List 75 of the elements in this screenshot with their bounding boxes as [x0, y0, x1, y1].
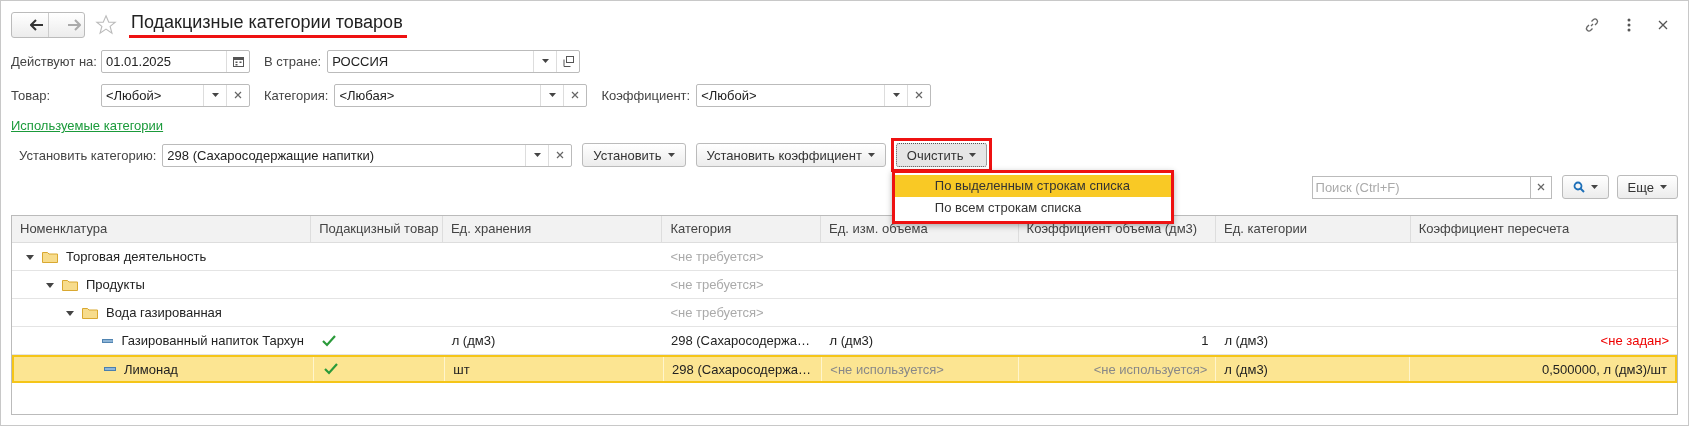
column-header[interactable]: Номенклатура: [12, 216, 312, 242]
search-field[interactable]: Поиск (Ctrl+F): [1311, 175, 1530, 199]
input-field[interactable]: <Любой>: [101, 83, 250, 107]
table-cell: <не требуется>: [670, 305, 764, 320]
table-row[interactable]: Вода газированная <не требуется>: [12, 299, 1677, 327]
table-row[interactable]: Лимонад шт 298 (Сахаросодержа… <не используется> <не используется> л (дм3) 0,500000, л (дм3)/шт: [12, 355, 1677, 383]
input-field[interactable]: <Любая>: [334, 83, 588, 107]
caret-icon: [667, 153, 675, 157]
menu-button[interactable]: Очистить: [895, 143, 988, 167]
table-cell: <не используется>: [830, 361, 944, 377]
menu-item[interactable]: По выделенным строкам списка: [894, 175, 1171, 197]
item-icon: [101, 338, 114, 343]
field-label: Установить категорию:: [19, 147, 157, 163]
input-field[interactable]: <Любой>: [696, 83, 932, 107]
column-header[interactable]: Ед. хранения: [442, 216, 663, 242]
input-field[interactable]: 01.01.2025: [101, 49, 250, 73]
close-icon[interactable]: [1658, 20, 1668, 30]
star-icon[interactable]: [95, 14, 117, 36]
table-cell: <не задан>: [1600, 333, 1669, 348]
menu-item[interactable]: По всем строкам списка: [894, 197, 1171, 219]
column-header[interactable]: Коэффициент объема (дм3): [1018, 216, 1217, 242]
item-name: Газированный напиток Тархун: [121, 333, 304, 348]
column-header[interactable]: Категория: [662, 216, 822, 242]
column-header[interactable]: Коэффициент пересчета: [1410, 216, 1677, 242]
column-header[interactable]: Подакцизный товар: [311, 216, 443, 242]
more-button[interactable]: Еще: [1616, 175, 1678, 199]
table-cell: шт: [453, 361, 470, 377]
item-name: Вода газированная: [106, 305, 222, 320]
used-categories-link[interactable]: Используемые категории: [11, 118, 164, 133]
item-name: Лимонад: [124, 361, 178, 377]
input-field[interactable]: РОССИЯ: [327, 49, 581, 73]
field-label: Коэффициент:: [601, 87, 691, 103]
caret-icon: [867, 153, 875, 157]
folder-icon: [62, 278, 78, 291]
caret-icon: [1660, 185, 1667, 189]
table-cell: л (дм3): [1224, 333, 1268, 348]
search-button[interactable]: [1561, 175, 1609, 199]
column-header[interactable]: Ед. изм. объема: [821, 216, 1019, 242]
arrow-right-icon: [66, 19, 81, 31]
table-cell: 298 (Сахаросодержа…: [671, 333, 810, 348]
menu-button[interactable]: Установить: [582, 143, 686, 167]
table-cell: 0,500000, л (дм3)/шт: [1541, 361, 1667, 377]
item-icon: [104, 367, 116, 371]
field-label: В стране:: [264, 53, 322, 69]
expand-icon[interactable]: [66, 308, 74, 317]
window-title: Подакцизные категории товаров: [129, 12, 407, 38]
input-field[interactable]: 298 (Сахаросодержащие напитки): [162, 143, 573, 167]
table-cell: 1: [1201, 333, 1209, 348]
column-header[interactable]: Ед. категории: [1216, 216, 1411, 242]
table-row[interactable]: Продукты <не требуется>: [12, 271, 1677, 299]
item-name: Продукты: [86, 277, 145, 292]
caret-icon: [1590, 185, 1598, 189]
field-label: Товар:: [11, 87, 51, 103]
table-cell: <не используется>: [1093, 361, 1208, 377]
table-cell: <не требуется>: [670, 249, 764, 264]
table-cell: л (дм3): [451, 333, 496, 348]
more-icon[interactable]: [1626, 18, 1632, 32]
expand-icon[interactable]: [26, 252, 34, 261]
folder-icon: [42, 250, 58, 263]
field-label: Категория:: [264, 87, 329, 103]
search-icon: [1572, 181, 1585, 193]
table-cell: л (дм3): [1224, 361, 1268, 377]
clear-icon[interactable]: [1529, 175, 1552, 199]
link-icon[interactable]: [1584, 17, 1600, 33]
menu-button[interactable]: Установить коэффициент: [695, 143, 886, 167]
table-cell: <не требуется>: [670, 277, 764, 292]
folder-icon: [82, 306, 98, 319]
table-cell: 298 (Сахаросодержа…: [672, 361, 812, 377]
table-row[interactable]: Торговая деятельность <не требуется>: [12, 243, 1677, 271]
expand-icon[interactable]: [46, 280, 54, 289]
table-cell: л (дм3): [829, 333, 874, 348]
field-label: Действуют на:: [11, 53, 95, 69]
item-name: Торговая деятельность: [66, 249, 207, 264]
arrow-left-icon: [30, 19, 44, 31]
caret-icon: [969, 153, 977, 157]
